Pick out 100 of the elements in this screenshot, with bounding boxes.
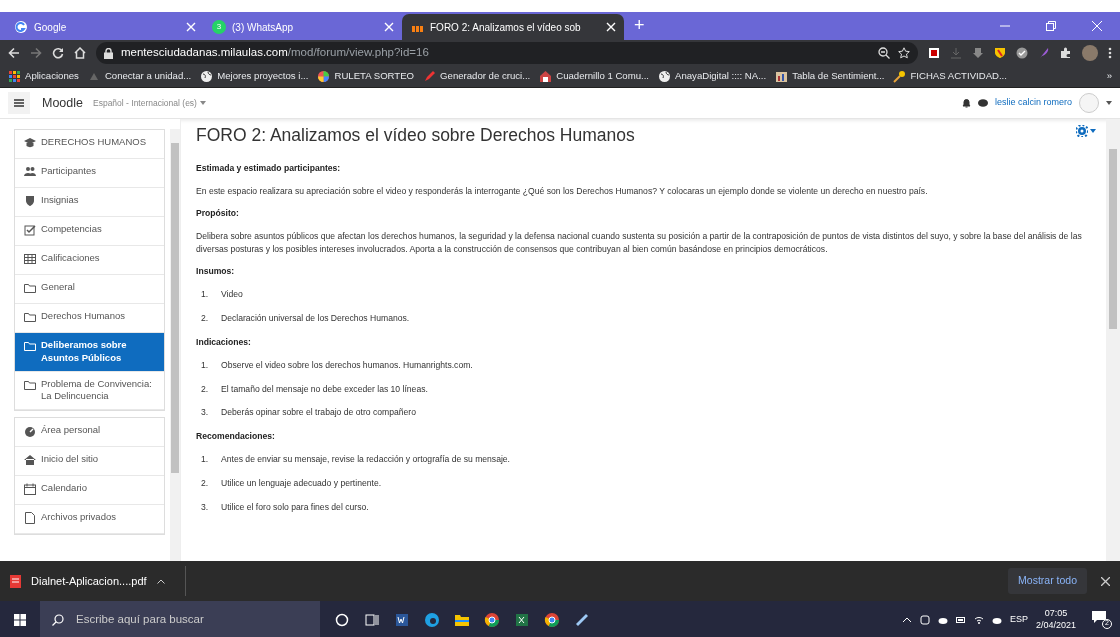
- sidebar-item[interactable]: Competencias: [15, 217, 165, 246]
- bookmark-link[interactable]: Mejores proyectos i...: [200, 69, 309, 84]
- sidebar-item[interactable]: DERECHOS HUMANOS: [15, 130, 165, 159]
- sidebar-item[interactable]: Deliberamos sobre Asuntos Públicos: [15, 333, 165, 372]
- home-icon[interactable]: [74, 47, 86, 59]
- sidebar-item[interactable]: General: [15, 275, 165, 304]
- feather-icon[interactable]: [1038, 47, 1050, 59]
- bookmark-link[interactable]: Generador de cruci...: [423, 69, 531, 84]
- paragraph: Delibera sobre asuntos públicos que afectan los derechos humanos, la seguridad y la defensa nacional cuando sustenta su posición a partir de la contraposición de puntos de vista distintos del suyo, y sobre la base del análisis de las diversas posturas y los posibles intereses involucrados. Aporta a la construcción de consensos que contribuyan al bien común basándose en principios democráticos.: [196, 230, 1083, 256]
- bookmark-link[interactable]: Conectar a unidad...: [87, 69, 192, 84]
- list-item-text: Observe el video sobre los derechos humanos. Humanrights.com.: [221, 358, 473, 372]
- new-tab-button[interactable]: +: [624, 11, 655, 41]
- more-bookmarks-button[interactable]: »: [1106, 69, 1112, 84]
- pen-tablet-icon[interactable]: [574, 611, 590, 628]
- scrollbar[interactable]: [1106, 119, 1120, 561]
- list-item-text: Video: [221, 288, 243, 301]
- apps-grid-icon: [8, 70, 21, 83]
- excel-app-icon[interactable]: [514, 611, 530, 628]
- sidebar-item[interactable]: Área personal: [15, 418, 165, 448]
- list-number: 1.: [201, 288, 210, 301]
- sidebar-item[interactable]: Inicio del sitio: [15, 447, 165, 477]
- language-menu[interactable]: Español - Internacional (es): [93, 96, 206, 110]
- caret-icon[interactable]: [1106, 101, 1112, 105]
- restore-icon[interactable]: [1046, 21, 1056, 31]
- globe-icon: [658, 70, 671, 83]
- list-item-text: Utilice un lenguaje adecuado y pertinente.: [221, 477, 382, 491]
- list-number: 1.: [201, 453, 210, 467]
- chevron-up-icon: [156, 578, 165, 584]
- windows-logo-icon: [14, 613, 26, 626]
- chat-bubble-icon[interactable]: [977, 98, 988, 108]
- bookmark-link[interactable]: Cuadernillo 1 Comu...: [539, 69, 649, 84]
- file-icon: [24, 512, 36, 525]
- lock-icon: [104, 47, 113, 59]
- browser-tab[interactable]: Google: [6, 14, 204, 40]
- pencil-icon: [423, 70, 437, 83]
- dashboard-icon: [24, 425, 36, 438]
- download-icon[interactable]: [972, 47, 984, 59]
- brush-icon: [893, 70, 907, 83]
- word-app-icon[interactable]: [394, 611, 410, 628]
- star-icon[interactable]: [898, 47, 910, 59]
- sidebar-item[interactable]: Calificaciones: [15, 246, 165, 275]
- download-item[interactable]: Dialnet-Aplicacion....pdf: [10, 566, 186, 596]
- list-item-text: El tamaño del mensaje no debe exceder las 10 líneas.: [221, 382, 428, 396]
- sidebar-item[interactable]: Insignias: [15, 188, 165, 217]
- globe-icon: [200, 70, 214, 83]
- sidebar-item[interactable]: Calendario: [15, 476, 165, 506]
- scrollbar[interactable]: [170, 129, 180, 561]
- calendar-icon: [24, 483, 36, 496]
- bookmark-link[interactable]: FICHAS ACTIVIDAD...: [893, 69, 1007, 84]
- bookmark-link[interactable]: Aplicaciones: [8, 69, 79, 84]
- back-arrow-icon[interactable]: [8, 47, 20, 59]
- list-item-text: Antes de enviar su mensaje, revise la redacción y ortografía de su mensaje.: [221, 453, 510, 467]
- clock-time[interactable]: 07:05: [1044, 607, 1068, 620]
- section-heading: Estimada y estimado participantes:: [196, 162, 342, 175]
- bookmark-link[interactable]: RULETA SORTEO: [317, 69, 415, 84]
- taskbar-search-box[interactable]: Escribe aquí para buscar: [40, 601, 320, 637]
- task-view-icon[interactable]: [364, 611, 380, 628]
- address-bar[interactable]: mentesciudadanas.milaulas.com/mod/forum/view.php?id=16: [96, 42, 918, 64]
- wifi-icon[interactable]: [973, 614, 984, 625]
- bookmark-link[interactable]: AnayaDigital :::: NA...: [658, 69, 767, 84]
- sidebar-item[interactable]: Archivos privados: [15, 505, 165, 535]
- sidebar-item[interactable]: Problema de Convivencia: La Delincuencia: [15, 371, 165, 411]
- paragraph: En este espacio realizara su apreciación sobre el video y responderás la interrogante ¿Qué son los Derechos Humanos? Y colocaras un ejemplo donde se violente un derecho en nuestro país.: [196, 184, 929, 198]
- site-brand[interactable]: Moodle: [42, 93, 83, 113]
- user-name-link[interactable]: leslie calcin romero: [994, 96, 1072, 110]
- more-menu-icon[interactable]: [1108, 47, 1112, 59]
- profile-avatar[interactable]: [1082, 45, 1098, 61]
- browser-tab[interactable]: 3 (3) WhatsApp: [204, 14, 402, 40]
- zoom-out-icon[interactable]: [878, 47, 890, 59]
- list-number: 1.: [201, 358, 210, 372]
- pdf-file-icon: [10, 574, 21, 588]
- clock-date[interactable]: 2/04/2021: [1035, 619, 1076, 632]
- folder-icon: [24, 282, 36, 294]
- bell-icon[interactable]: [961, 98, 971, 108]
- whatsapp-badge-icon: 3: [212, 20, 226, 34]
- browser-tab[interactable]: FORO 2: Analizamos el vídeo sob: [402, 14, 624, 40]
- list-item-text: Utilice el foro solo para fines del curso.: [221, 501, 369, 514]
- sidebar-item[interactable]: Participantes: [15, 159, 165, 188]
- taskbar-search-field[interactable]: Escribe aquí para buscar: [74, 609, 308, 630]
- check-circle-icon[interactable]: [1016, 47, 1028, 59]
- bookmark-link[interactable]: Tabla de Sentimient...: [775, 69, 885, 84]
- list-number: 3.: [201, 501, 210, 514]
- url-text: mentesciudadanas.milaulas.com/mod/forum/view.php?id=16: [121, 45, 429, 61]
- list-number: 2.: [201, 382, 210, 396]
- menu-button[interactable]: [8, 92, 30, 114]
- show-all-button[interactable]: Mostrar todo: [1008, 568, 1087, 594]
- battery-icon[interactable]: [955, 614, 966, 625]
- input-language-indicator[interactable]: ESP: [1009, 612, 1028, 627]
- puzzle-piece-icon[interactable]: [1060, 47, 1072, 59]
- house-icon: [539, 70, 553, 83]
- chat-bubble-icon: [1092, 610, 1106, 624]
- settings-menu-button[interactable]: [1076, 125, 1096, 137]
- forward-arrow-icon[interactable]: [30, 47, 42, 59]
- reload-icon[interactable]: [52, 47, 64, 59]
- folder-icon: [24, 378, 36, 391]
- house-icon: [24, 454, 36, 467]
- close-icon[interactable]: [1101, 576, 1110, 586]
- caret-icon: [199, 101, 206, 105]
- cortana-circle-icon[interactable]: [334, 611, 350, 628]
- chart-icon: [775, 70, 789, 83]
